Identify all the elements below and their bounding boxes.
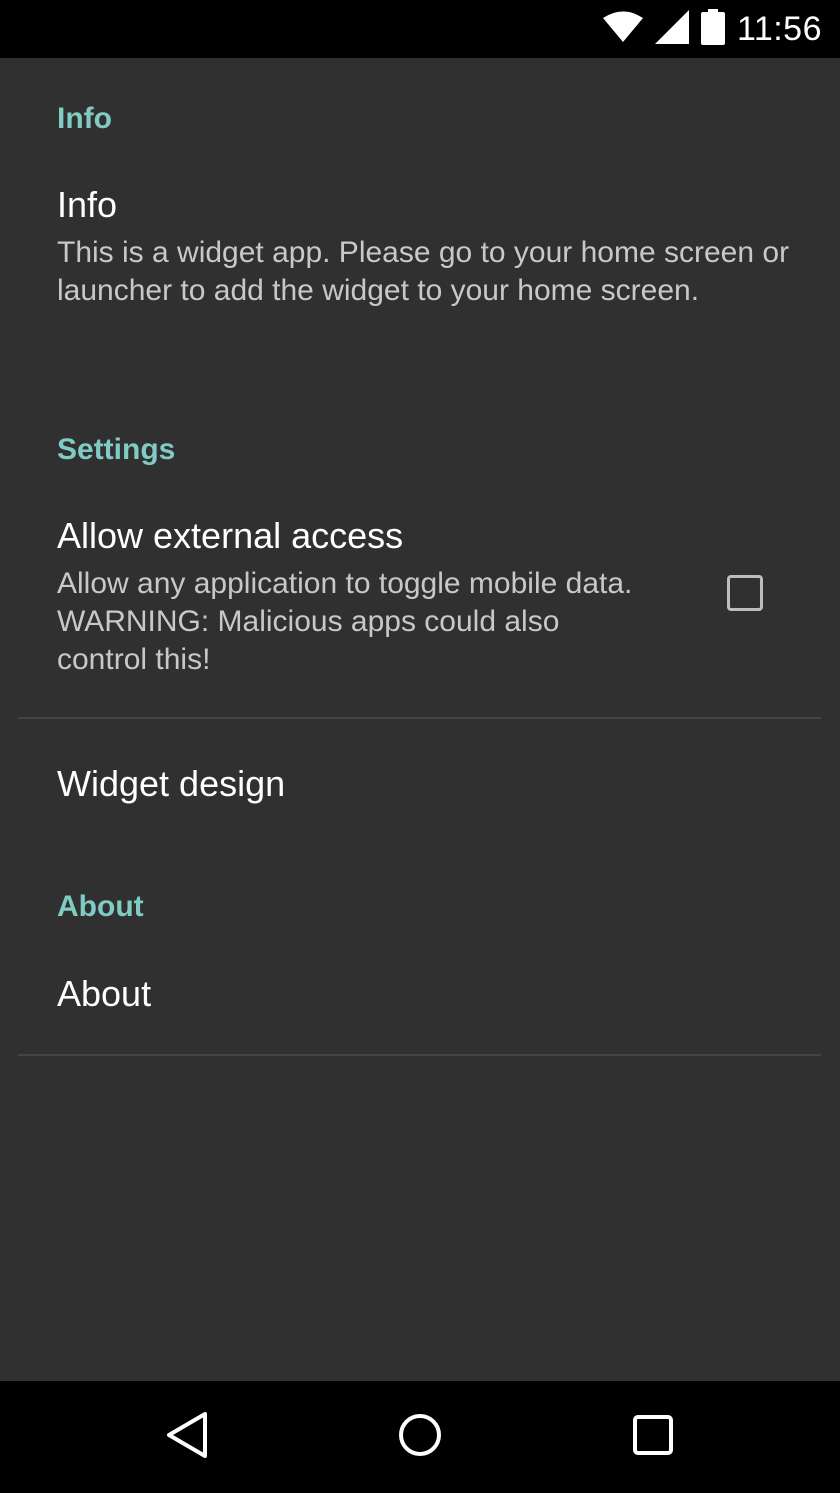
pref-item-allow-external-access[interactable]: Allow external access Allow any applicat… <box>0 499 840 717</box>
battery-icon <box>700 8 725 50</box>
home-icon <box>398 1413 442 1462</box>
section-header-info: Info <box>57 102 112 135</box>
back-icon <box>165 1411 209 1464</box>
preferences-list: Info Info This is a widget app. Please g… <box>0 58 840 1381</box>
pref-item-widget-design[interactable]: Widget design <box>0 719 840 869</box>
pref-item-info[interactable]: Info This is a widget app. Please go to … <box>0 168 840 408</box>
section-header-settings: Settings <box>57 433 176 466</box>
status-bar: 11:56 <box>0 0 840 58</box>
external-access-checkbox[interactable] <box>727 575 763 611</box>
back-button[interactable] <box>127 1381 247 1493</box>
status-time: 11:56 <box>736 9 822 48</box>
cell-signal-icon <box>654 9 689 49</box>
pref-title-allow-external-access: Allow external access <box>57 515 404 556</box>
pref-item-about[interactable]: About <box>0 938 840 1053</box>
pref-title-info: Info <box>57 184 118 225</box>
wifi-icon <box>602 11 643 48</box>
pref-title-widget-design: Widget design <box>57 763 286 804</box>
status-icons: 11:56 <box>602 0 822 58</box>
recents-icon <box>633 1414 673 1460</box>
pref-summary-allow-external-access: Allow any application to toggle mobile d… <box>57 567 633 676</box>
recents-button[interactable] <box>593 1381 713 1493</box>
pref-title-about: About <box>57 973 152 1014</box>
pref-summary-info: This is a widget app. Please go to your … <box>57 236 790 307</box>
divider <box>18 1054 821 1056</box>
section-header-about: About <box>57 890 144 923</box>
navigation-bar <box>0 1381 840 1493</box>
home-button[interactable] <box>360 1381 480 1493</box>
